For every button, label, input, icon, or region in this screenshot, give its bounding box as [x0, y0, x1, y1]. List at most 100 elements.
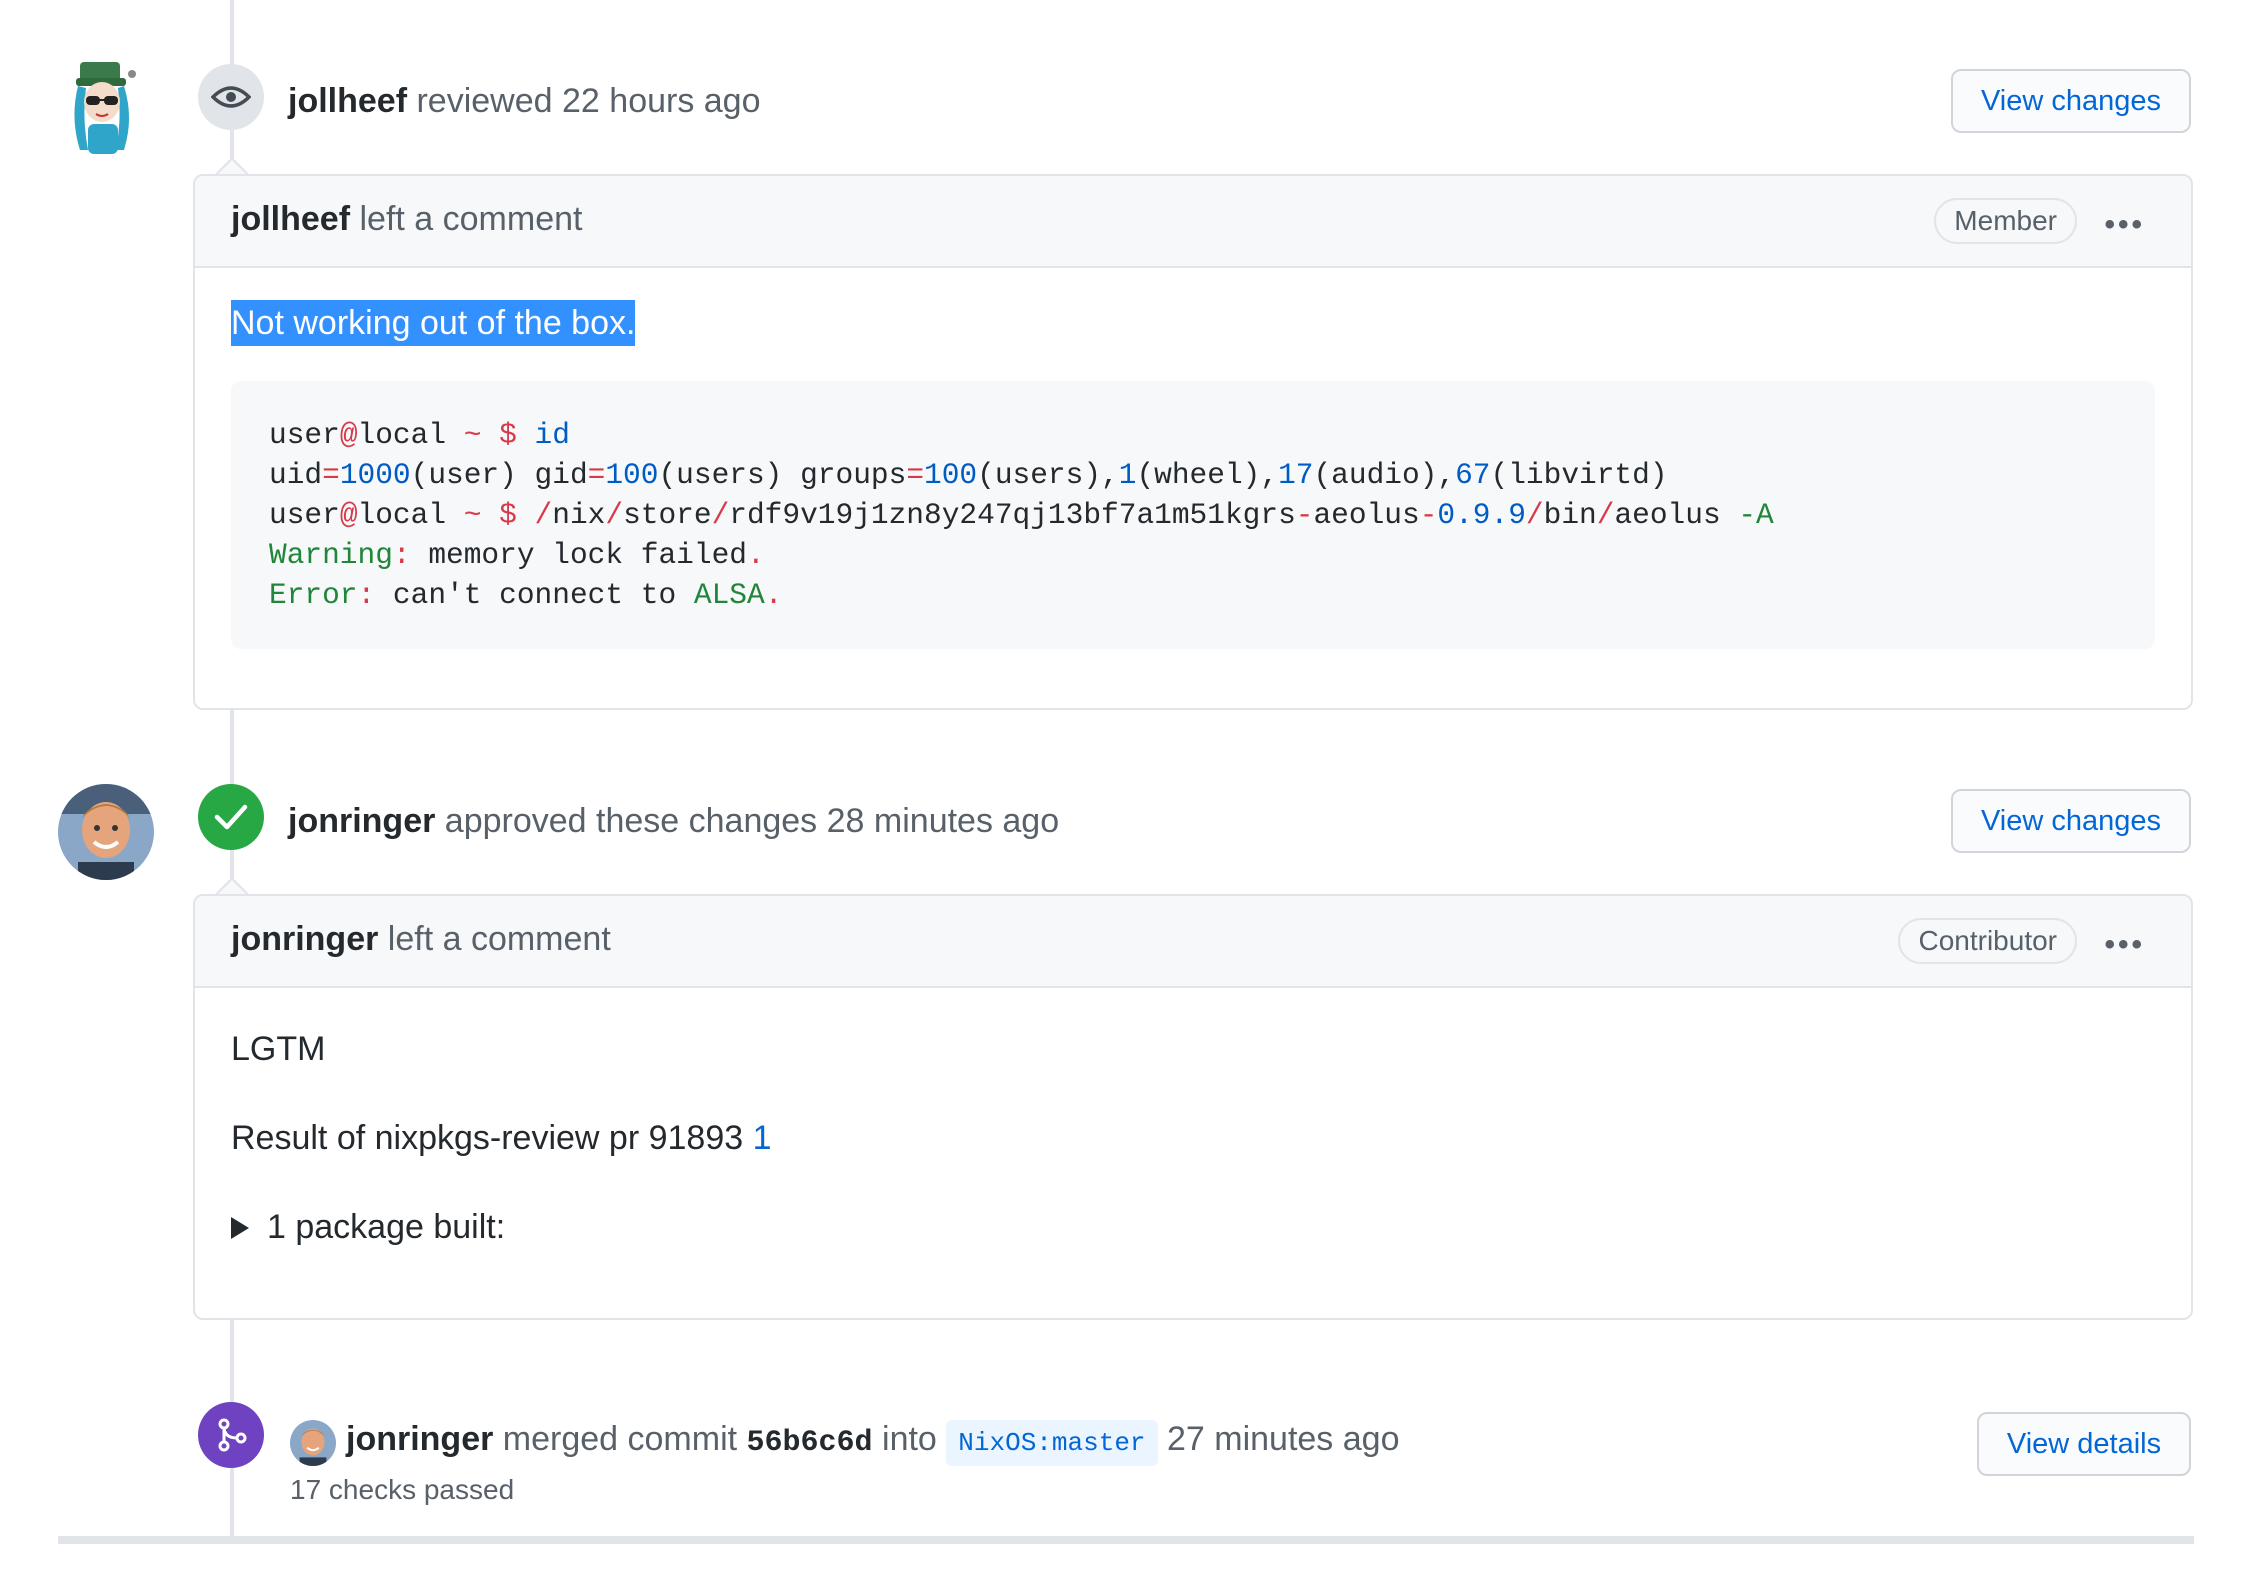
comment-jonringer: jonringer left a comment Contributor •••…	[193, 894, 2193, 1320]
code-token: aeolus	[1614, 498, 1739, 532]
event-author[interactable]: jonringer	[346, 1420, 493, 1458]
code-token: .	[746, 538, 765, 572]
code-token: user	[269, 498, 340, 532]
details-packages-built[interactable]: 1 package built:	[231, 1208, 2155, 1247]
view-details-button[interactable]: View details	[1977, 1412, 2191, 1476]
code-token: local	[357, 498, 464, 532]
code-token: 1	[1118, 458, 1137, 492]
approved-badge	[198, 784, 264, 850]
comment-body: Not working out of the box. user@local ~…	[195, 268, 2191, 685]
code-line: user@local ~ $ /nix/store/rdf9v19j1zn8y2…	[269, 498, 1774, 532]
selected-comment-text: Not working out of the box.	[231, 300, 636, 346]
code-line: Error: can't connect to ALSA.	[269, 578, 782, 612]
avatar-jonringer-small-image	[290, 1420, 336, 1466]
code-token: user	[269, 418, 340, 452]
code-token: -	[1295, 498, 1314, 532]
code-token: /	[1525, 498, 1544, 532]
code-token: 0.9.9	[1437, 498, 1526, 532]
event-time[interactable]: 28 minutes ago	[827, 802, 1060, 840]
code-token: -	[1419, 498, 1438, 532]
details-summary[interactable]: 1 package built:	[267, 1208, 505, 1247]
code-token: =	[587, 458, 606, 492]
code-token: Warning	[269, 538, 393, 572]
review-result-text: Result of nixpkgs-review pr 91893	[231, 1119, 744, 1157]
code-token: (users) groups	[658, 458, 907, 492]
event-author[interactable]: jonringer	[288, 802, 435, 840]
code-token: :	[392, 538, 411, 572]
code-token: /	[1596, 498, 1615, 532]
code-token: ~ $ /	[463, 498, 553, 532]
into-text: into	[882, 1420, 937, 1458]
merged-badge	[198, 1402, 264, 1468]
avatar-jonringer-small[interactable]	[290, 1420, 336, 1466]
code-token: .	[764, 578, 783, 612]
code-token: id	[534, 418, 570, 452]
code-token: @	[339, 418, 358, 452]
code-token: (audio),	[1313, 458, 1456, 492]
comment-author[interactable]: jonringer	[231, 920, 378, 958]
comment-header: jollheef left a comment Member •••	[195, 176, 2191, 268]
comment-body: LGTM Result of nixpkgs-review pr 91893 1…	[195, 988, 2191, 1283]
event-action: merged commit	[502, 1420, 738, 1458]
merge-event: jonringer merged commit 56b6c6d into Nix…	[346, 1420, 1400, 1466]
code-line: user@local ~ $ id	[269, 418, 570, 452]
code-token: 67	[1455, 458, 1491, 492]
code-token: aeolus	[1313, 498, 1420, 532]
code-line: Warning: memory lock failed.	[269, 538, 765, 572]
code-line: uid=1000(user) gid=100(users) groups=100…	[269, 458, 1668, 492]
comment-byline: jonringer left a comment	[231, 920, 611, 959]
code-token: uid	[269, 458, 323, 492]
code-token: /	[605, 498, 624, 532]
code-token: bin	[1543, 498, 1597, 532]
code-token: =	[906, 458, 925, 492]
code-token: 1000	[339, 458, 411, 492]
avatar-jonringer[interactable]	[58, 784, 154, 880]
comment-byline: jollheef left a comment	[231, 200, 582, 239]
code-token: 100	[605, 458, 659, 492]
code-token: (users),	[977, 458, 1119, 492]
event-time[interactable]: 27 minutes ago	[1167, 1420, 1400, 1458]
code-token: 100	[924, 458, 978, 492]
comment-header: jonringer left a comment Contributor •••	[195, 896, 2191, 988]
code-token: Error	[269, 578, 358, 612]
approval-event-jonringer: jonringer approved these changes 28 minu…	[288, 802, 1059, 841]
code-token: 17	[1278, 458, 1314, 492]
code-token: local	[357, 418, 464, 452]
branch-label[interactable]: NixOS:master	[946, 1420, 1158, 1466]
role-label-contributor: Contributor	[1898, 918, 2077, 964]
avatar-jollheef[interactable]	[58, 58, 148, 158]
view-changes-button-1[interactable]: View changes	[1951, 69, 2191, 133]
comment-options-icon[interactable]: •••	[2104, 928, 2145, 962]
commit-sha-link[interactable]: 56b6c6d	[747, 1426, 873, 1460]
comment-options-icon[interactable]: •••	[2104, 208, 2145, 242]
code-token: :	[357, 578, 376, 612]
code-token: nix	[552, 498, 606, 532]
code-token: memory lock failed	[410, 538, 747, 572]
comment-author[interactable]: jollheef	[231, 200, 350, 238]
view-changes-button-2[interactable]: View changes	[1951, 789, 2191, 853]
disclosure-triangle-icon[interactable]	[231, 1216, 249, 1239]
timeline-end-divider	[58, 1536, 2194, 1544]
check-icon	[214, 804, 248, 830]
event-author[interactable]: jollheef	[288, 82, 407, 120]
code-token: /	[711, 498, 730, 532]
comment-text-lgtm: LGTM	[231, 1030, 326, 1068]
avatar-jonringer-image	[58, 784, 154, 880]
code-token: @	[339, 498, 358, 532]
review-event-jollheef: jollheef reviewed 22 hours ago	[288, 82, 761, 121]
event-action: reviewed	[416, 82, 553, 120]
code-token: (libvirtd)	[1490, 458, 1668, 492]
code-token: -A	[1738, 498, 1774, 532]
event-time[interactable]: 22 hours ago	[562, 82, 761, 120]
checks-passed[interactable]: 17 checks passed	[290, 1474, 514, 1506]
git-merge-icon	[218, 1418, 247, 1452]
avatar-jollheef-image	[74, 62, 136, 154]
eye-icon	[211, 86, 251, 108]
code-token: rdf9v19j1zn8y247qj13bf7a1m51kgrs	[729, 498, 1296, 532]
code-token: =	[322, 458, 340, 492]
review-result-link[interactable]: 1	[753, 1119, 772, 1157]
code-token: can't connect to	[375, 578, 694, 612]
comment-action: left a comment	[359, 200, 583, 238]
comment-jollheef: jollheef left a comment Member ••• Not w…	[193, 174, 2193, 710]
code-token: store	[623, 498, 712, 532]
